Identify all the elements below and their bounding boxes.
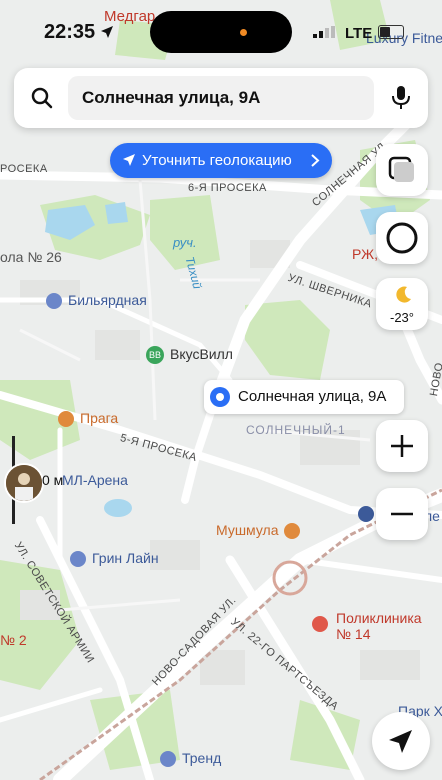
search-query: Солнечная улица, 9А bbox=[82, 88, 261, 107]
signal-strength-icon bbox=[313, 26, 335, 38]
network-type: LTE bbox=[345, 25, 373, 42]
poi-trend[interactable]: Тренд bbox=[160, 750, 222, 768]
address-marker[interactable]: Солнечная улица, 9А bbox=[204, 380, 404, 414]
zoom-in-button[interactable] bbox=[376, 420, 428, 472]
poi-mushmula[interactable]: Мушмула bbox=[216, 522, 301, 540]
avatar-image bbox=[6, 465, 42, 501]
poi-green-line[interactable]: Грин Лайн bbox=[70, 550, 159, 568]
poi-billiard-label: Бильярдная bbox=[68, 292, 147, 308]
cafe-icon bbox=[58, 411, 74, 428]
billiard-icon bbox=[46, 293, 62, 310]
avatar[interactable] bbox=[4, 463, 44, 503]
battery-icon bbox=[378, 25, 404, 39]
microphone-icon[interactable] bbox=[390, 85, 412, 111]
vkusvill-icon: ВВ bbox=[146, 346, 164, 365]
hotel-icon bbox=[70, 551, 86, 568]
my-location-button[interactable] bbox=[372, 712, 430, 770]
zoom-out-button[interactable] bbox=[376, 488, 428, 540]
zoom-in-icon bbox=[391, 435, 413, 457]
status-time: 22:35 bbox=[44, 21, 96, 43]
map-label-6-proseka: 6-Я ПРОСЕКА bbox=[188, 182, 267, 194]
chevron-right-icon bbox=[311, 154, 320, 167]
poi-polyclinic-label: Поликлиника № 14 bbox=[336, 610, 422, 642]
refine-geolocation-button[interactable]: Уточнить геолокацию bbox=[110, 143, 332, 178]
poi-arena[interactable]: МЛ-Арена bbox=[62, 472, 128, 488]
map-label-rzhd[interactable]: РЖ, bbox=[352, 246, 378, 262]
navigation-arrow-icon bbox=[123, 154, 135, 166]
hospital-icon bbox=[312, 616, 328, 632]
zoom-out-icon bbox=[391, 512, 413, 516]
poi-vkusvill[interactable]: ВВ ВкусВилл bbox=[146, 346, 233, 365]
my-location-icon bbox=[389, 730, 412, 753]
status-bar: 22:35 LTE bbox=[0, 0, 442, 62]
poi-billiard[interactable]: Бильярдная bbox=[46, 292, 147, 310]
transit-icon[interactable] bbox=[358, 506, 374, 522]
avatar-distance: 0 м bbox=[42, 472, 64, 488]
weather-temperature: -23° bbox=[390, 310, 414, 325]
map-label-proseka-left: РОСЕКА bbox=[0, 163, 48, 175]
marker-dot-icon bbox=[210, 387, 230, 407]
layers-button[interactable] bbox=[376, 144, 428, 196]
weather-widget[interactable]: -23° bbox=[376, 278, 428, 330]
search-input[interactable]: Солнечная улица, 9А bbox=[68, 76, 374, 120]
location-services-icon bbox=[101, 26, 113, 38]
search-bar: Солнечная улица, 9А bbox=[14, 68, 428, 128]
restaurant-icon bbox=[284, 523, 301, 540]
map-label-stream: руч. bbox=[173, 235, 197, 250]
moon-weather-icon bbox=[396, 286, 411, 303]
map-label-school-2[interactable]: № 2 bbox=[0, 632, 27, 648]
layers-icon bbox=[388, 156, 414, 182]
map-label-school-26[interactable]: ола № 26 bbox=[0, 249, 62, 265]
refine-geolocation-label: Уточнить геолокацию bbox=[142, 152, 292, 169]
dynamic-island bbox=[150, 11, 292, 53]
poi-polyclinic[interactable]: Поликлиника № 14 bbox=[312, 610, 432, 642]
poi-praga-label: Прага bbox=[80, 410, 119, 426]
battery-level bbox=[380, 27, 390, 37]
poi-vkusvill-label: ВкусВилл bbox=[170, 346, 233, 362]
shop-icon bbox=[160, 751, 176, 768]
alice-assistant-button[interactable] bbox=[376, 212, 428, 264]
marker-label: Солнечная улица, 9А bbox=[238, 388, 387, 405]
privacy-indicator-icon bbox=[240, 29, 247, 36]
poi-praga[interactable]: Прага bbox=[58, 410, 119, 428]
alice-assistant-icon bbox=[386, 222, 418, 254]
poi-trend-label: Тренд bbox=[182, 750, 222, 766]
search-icon[interactable] bbox=[30, 86, 54, 110]
map-label-solnechny-1: СОЛНЕЧНЫЙ-1 bbox=[246, 423, 346, 437]
poi-mushmula-label: Мушмула bbox=[216, 522, 279, 538]
poi-green-line-label: Грин Лайн bbox=[92, 550, 159, 566]
